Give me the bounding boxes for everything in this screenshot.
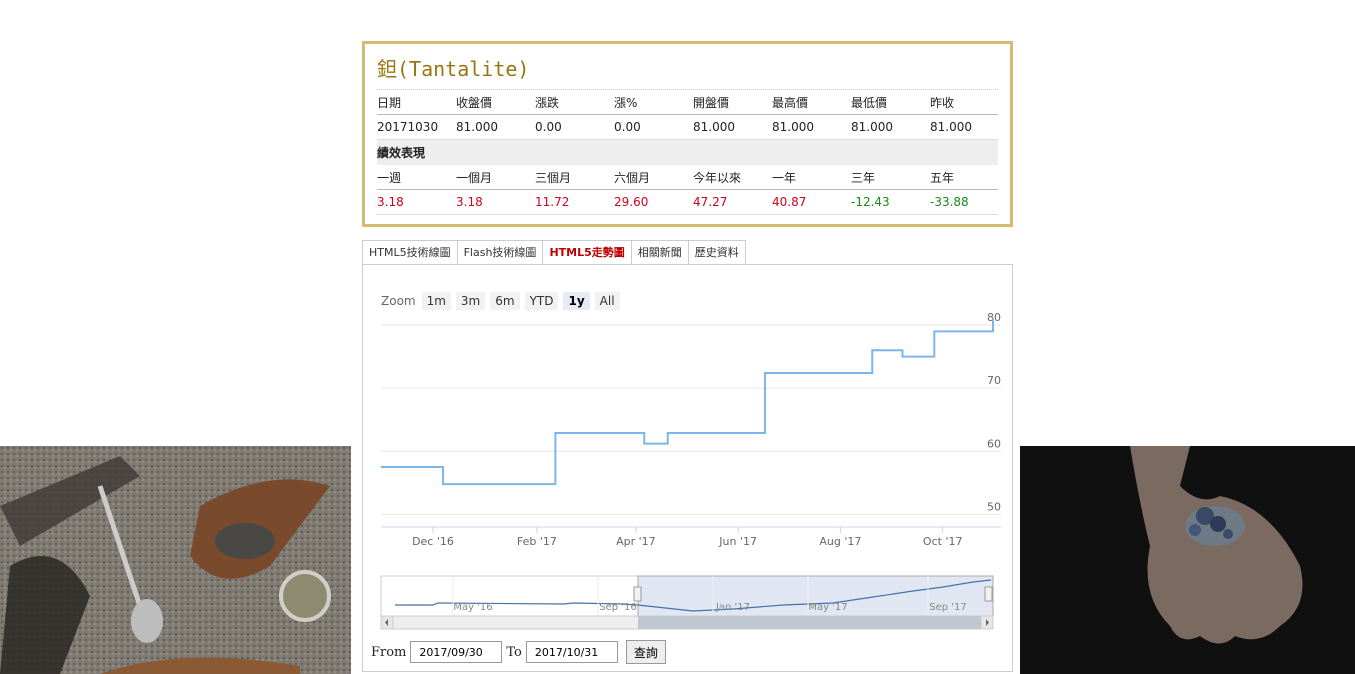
photo-hands-holding-ore-left (0, 446, 351, 674)
perf-header-cell: 三個月 (535, 170, 572, 185)
value-cell: 81.000 (851, 120, 893, 134)
header-cell: 開盤價 (693, 95, 730, 110)
photo-hand-with-ore-right (1020, 446, 1355, 674)
tab-flash-technical-chart[interactable]: Flash技術線圖 (456, 240, 544, 264)
performance-section-header: 績效表現 (377, 140, 998, 165)
zoom-selector: Zoom 1m 3m 6m YTD 1y All (381, 292, 625, 310)
zoom-button-6m[interactable]: 6m (490, 292, 520, 310)
perf-value-cell: 3.18 (377, 195, 404, 209)
performance-title: 績效表現 (377, 146, 426, 160)
x-tick-label: Apr '17 (616, 535, 656, 548)
quote-values-row: 20171030 81.000 0.00 0.00 81.000 81.000 … (377, 115, 998, 140)
navigator-x-label: Sep '16 (599, 602, 637, 613)
zoom-button-1m[interactable]: 1m (421, 292, 451, 310)
x-tick-label: Oct '17 (923, 535, 963, 548)
to-date-input[interactable] (525, 641, 618, 663)
perf-value-cell: -33.88 (930, 195, 969, 209)
from-label: From (371, 644, 407, 660)
chart-tabs: HTML5技術線圖 Flash技術線圖 HTML5走勢圖 相關新聞 歷史資料 (362, 240, 746, 264)
tab-related-news[interactable]: 相關新聞 (630, 240, 689, 264)
y-tick-label: 60 (987, 437, 1001, 450)
perf-header-cell: 五年 (930, 170, 955, 185)
header-cell: 昨收 (930, 95, 955, 110)
navigator-x-label: May '16 (453, 602, 492, 613)
value-cell: 20171030 (377, 120, 439, 134)
navigator-x-label: Sep '17 (929, 602, 967, 613)
perf-header-cell: 一年 (772, 170, 797, 185)
perf-value-cell: 29.60 (614, 195, 649, 209)
date-range-form: From To 查詢 (371, 640, 666, 664)
perf-header-cell: 三年 (851, 170, 876, 185)
tab-html5-technical-chart[interactable]: HTML5技術線圖 (362, 240, 458, 264)
perf-header-cell: 今年以來 (693, 170, 742, 185)
navigator-right-handle (984, 586, 993, 602)
scrollbar-thumb (638, 616, 981, 629)
chart-panel: 50 60 70 80 Dec '16 Feb '17 Apr '17 Jun '17 Aug … (362, 264, 1013, 672)
header-cell: 收盤價 (456, 95, 493, 110)
y-tick-label: 50 (987, 500, 1001, 513)
x-tick-label: Dec '16 (412, 535, 454, 548)
quote-header-row: 日期 收盤價 漲跌 漲% 開盤價 最高價 最低價 昨收 (377, 90, 998, 115)
header-cell: 漲跌 (535, 95, 560, 110)
value-cell: 81.000 (772, 120, 814, 134)
x-tick-label: Feb '17 (517, 535, 557, 548)
tab-historical-data[interactable]: 歷史資料 (687, 240, 746, 264)
perf-header-cell: 六個月 (614, 170, 651, 185)
y-tick-label: 70 (987, 374, 1001, 387)
value-cell: 81.000 (930, 120, 972, 134)
quote-panel: 鉭(Tantalite) 日期 收盤價 漲跌 漲% 開盤價 最高價 最低價 昨收… (362, 41, 1013, 227)
navigator-left-handle (633, 586, 642, 602)
performance-header-row: 一週 一個月 三個月 六個月 今年以來 一年 三年 五年 (377, 165, 998, 190)
ore-photo-right-illustration (1020, 446, 1355, 674)
zoom-label: Zoom (381, 294, 416, 308)
perf-header-cell: 一個月 (456, 170, 493, 185)
perf-value-cell: -12.43 (851, 195, 890, 209)
header-cell: 漲% (614, 95, 638, 110)
quote-title: 鉭(Tantalite) (377, 54, 998, 90)
ore-photo-left-illustration (0, 446, 351, 674)
price-series-line (381, 318, 994, 486)
value-cell: 81.000 (456, 120, 498, 134)
perf-header-cell: 一週 (377, 170, 402, 185)
from-date-input[interactable] (410, 641, 503, 663)
to-label: To (506, 644, 522, 660)
tab-html5-trend-chart[interactable]: HTML5走勢圖 (542, 240, 632, 264)
header-cell: 日期 (377, 95, 402, 110)
value-cell: 0.00 (614, 120, 641, 134)
zoom-button-3m[interactable]: 3m (455, 292, 486, 310)
perf-value-cell: 47.27 (693, 195, 728, 209)
perf-value-cell: 3.18 (456, 195, 483, 209)
value-cell: 0.00 (535, 120, 562, 134)
perf-value-cell: 11.72 (535, 195, 570, 209)
x-tick-label: Jun '17 (718, 535, 757, 548)
navigator-x-label: May '17 (808, 602, 847, 613)
perf-value-cell: 40.87 (772, 195, 807, 209)
value-cell: 81.000 (693, 120, 735, 134)
zoom-button-1y[interactable]: 1y (563, 292, 590, 310)
zoom-button-all[interactable]: All (594, 292, 620, 310)
trend-chart[interactable]: 50607080Dec '16 Feb '17 Apr '17 Jun '17 Aug … (363, 265, 1012, 635)
zoom-button-ytd[interactable]: YTD (524, 292, 559, 310)
header-cell: 最高價 (772, 95, 809, 110)
x-tick-label: Aug '17 (819, 535, 861, 548)
query-button[interactable]: 查詢 (625, 640, 666, 664)
navigator-x-label: Jan '17 (715, 602, 750, 613)
header-cell: 最低價 (851, 95, 888, 110)
performance-values-row: 3.18 3.18 11.72 29.60 47.27 40.87 -12.43… (377, 190, 998, 215)
